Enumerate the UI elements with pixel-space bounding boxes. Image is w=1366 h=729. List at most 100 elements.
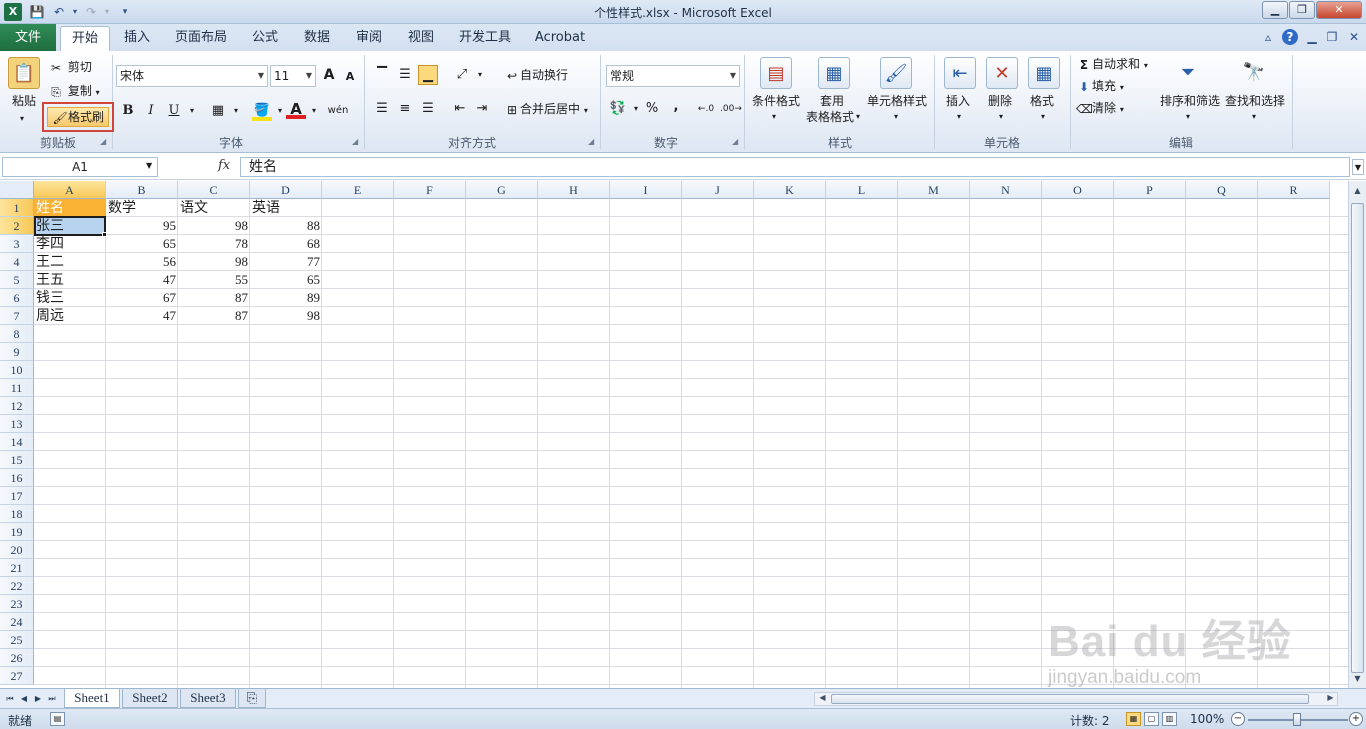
binoculars-icon[interactable]: 🔭 (1238, 57, 1270, 89)
table-cell[interactable]: 55 (178, 271, 250, 289)
insert-dropdown-icon[interactable]: ▾ (957, 109, 961, 125)
header-cell[interactable]: 数学 (106, 199, 178, 217)
column-header-j[interactable]: J (682, 181, 754, 199)
tab-page-layout[interactable]: 页面布局 (166, 26, 236, 51)
row-header[interactable]: 13 (0, 415, 34, 433)
table-cell[interactable]: 周远 (34, 307, 106, 325)
find-select-dropdown-icon[interactable]: ▾ (1252, 109, 1256, 125)
table-cell[interactable]: 李四 (34, 235, 106, 253)
table-cell[interactable]: 67 (106, 289, 178, 307)
format-dropdown-icon[interactable]: ▾ (1041, 109, 1045, 125)
row-header[interactable]: 9 (0, 343, 34, 361)
doc-minimize-icon[interactable]: ▁ (1304, 29, 1320, 45)
doc-restore-icon[interactable]: ❐ (1324, 29, 1340, 45)
chevron-down-icon[interactable]: ▼ (146, 161, 152, 170)
row-header[interactable]: 18 (0, 505, 34, 523)
tab-view[interactable]: 视图 (400, 26, 442, 51)
scroll-right-icon[interactable]: ▶ (1323, 692, 1338, 704)
row-header[interactable]: 15 (0, 451, 34, 469)
row-header[interactable]: 10 (0, 361, 34, 379)
header-cell[interactable]: 语文 (178, 199, 250, 217)
column-header-b[interactable]: B (106, 181, 178, 199)
page-layout-view-icon[interactable]: ▢ (1144, 712, 1159, 726)
column-header-q[interactable]: Q (1186, 181, 1258, 199)
align-right-icon[interactable]: ☰ (418, 99, 438, 119)
fill-handle[interactable] (102, 232, 107, 237)
clear-button[interactable]: ⌫清除 ▾ (1076, 100, 1124, 118)
column-header-i[interactable]: I (610, 181, 682, 199)
italic-button[interactable]: I (141, 101, 161, 121)
first-sheet-icon[interactable]: ⏮ (4, 692, 16, 706)
sheet-tab-sheet1[interactable]: Sheet1 (64, 689, 120, 708)
row-header[interactable]: 2 (0, 217, 34, 235)
increase-indent-icon[interactable]: ⇥ (472, 99, 492, 119)
minimize-button[interactable]: ▁ (1262, 1, 1288, 19)
column-header-m[interactable]: M (898, 181, 970, 199)
underline-button[interactable]: U (164, 101, 184, 121)
column-header-n[interactable]: N (970, 181, 1042, 199)
table-cell[interactable]: 88 (250, 217, 322, 235)
sort-filter-dropdown-icon[interactable]: ▾ (1186, 109, 1190, 125)
table-cell[interactable]: 47 (106, 307, 178, 325)
zoom-level[interactable]: 100% (1190, 712, 1224, 726)
row-header[interactable]: 5 (0, 271, 34, 289)
row-header[interactable]: 14 (0, 433, 34, 451)
table-cell[interactable]: 78 (178, 235, 250, 253)
table-cell[interactable]: 65 (106, 235, 178, 253)
percent-button[interactable]: % (642, 99, 662, 119)
paste-icon[interactable]: 📋 (8, 57, 40, 89)
row-header[interactable]: 27 (0, 667, 34, 685)
font-name-combo[interactable]: 宋体 ▼ (116, 65, 268, 87)
table-cell[interactable]: 王二 (34, 253, 106, 271)
tab-insert[interactable]: 插入 (116, 26, 158, 51)
prev-sheet-icon[interactable]: ◀ (18, 692, 30, 706)
align-center-icon[interactable]: ≡ (395, 99, 415, 119)
column-header-k[interactable]: K (754, 181, 826, 199)
format-cells-button[interactable]: 格式 (1030, 93, 1054, 109)
table-cell[interactable]: 87 (178, 289, 250, 307)
borders-dropdown-icon[interactable]: ▾ (226, 101, 246, 121)
find-select-button[interactable]: 查找和选择 (1225, 93, 1285, 109)
normal-view-icon[interactable]: ▦ (1126, 712, 1141, 726)
table-cell[interactable]: 77 (250, 253, 322, 271)
column-header-f[interactable]: F (394, 181, 466, 199)
wrap-text-button[interactable]: ↩ 自动换行 (504, 67, 568, 84)
insert-function-icon[interactable]: fx (218, 158, 230, 173)
table-cell[interactable]: 钱三 (34, 289, 106, 307)
row-header[interactable]: 1 (0, 199, 34, 217)
collapse-ribbon-icon[interactable]: ▵ (1260, 29, 1276, 45)
increase-decimal-icon[interactable]: ←.0 (696, 99, 716, 119)
number-launcher-icon[interactable]: ◢ (732, 137, 742, 147)
decrease-indent-icon[interactable]: ⇤ (450, 99, 470, 119)
paste-dropdown-icon[interactable]: ▾ (20, 111, 24, 127)
row-header[interactable]: 25 (0, 631, 34, 649)
tab-formulas[interactable]: 公式 (244, 26, 286, 51)
orientation-dropdown-icon[interactable]: ▾ (470, 65, 490, 85)
insert-sheet-icon[interactable]: ⎘ (238, 689, 266, 708)
conditional-dropdown-icon[interactable]: ▾ (772, 109, 776, 125)
delete-dropdown-icon[interactable]: ▾ (999, 109, 1003, 125)
tab-file[interactable]: 文件 (0, 24, 56, 51)
format-as-table-dropdown-icon[interactable]: ▾ (856, 109, 860, 125)
table-cell[interactable]: 89 (250, 289, 322, 307)
bold-button[interactable]: B (118, 101, 138, 121)
delete-cells-icon[interactable]: ✕ (986, 57, 1018, 89)
tab-data[interactable]: 数据 (296, 26, 338, 51)
row-header[interactable]: 4 (0, 253, 34, 271)
tab-acrobat[interactable]: Acrobat (528, 26, 592, 51)
shrink-font-button[interactable]: A (340, 67, 360, 87)
cut-button[interactable]: ✂ 剪切 (48, 59, 92, 76)
name-box[interactable]: A1 (2, 157, 158, 177)
row-header[interactable]: 7 (0, 307, 34, 325)
insert-cells-button[interactable]: 插入 (946, 93, 970, 109)
format-as-table-icon[interactable]: ▦ (818, 57, 850, 89)
column-header-e[interactable]: E (322, 181, 394, 199)
scroll-left-icon[interactable]: ◀ (815, 692, 830, 704)
row-header[interactable]: 23 (0, 595, 34, 613)
column-header-c[interactable]: C (178, 181, 250, 199)
format-painter-button[interactable]: 🖌格式刷 (47, 107, 109, 127)
conditional-format-icon[interactable]: ▤ (760, 57, 792, 89)
sort-filter-button[interactable]: 排序和筛选 (1160, 93, 1220, 109)
tab-developer[interactable]: 开发工具 (452, 26, 518, 51)
format-cells-icon[interactable]: ▦ (1028, 57, 1060, 89)
